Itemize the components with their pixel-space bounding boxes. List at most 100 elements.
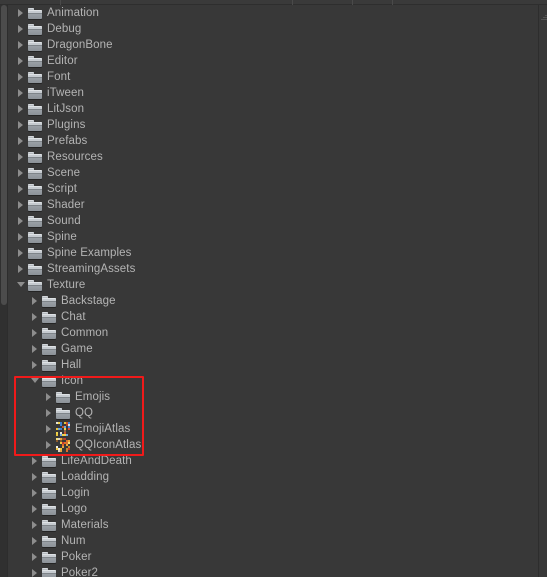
triangle-right-icon[interactable]: [29, 453, 42, 469]
tree-row[interactable]: Script: [9, 181, 538, 197]
tree-row[interactable]: Materials: [9, 517, 538, 533]
folder-icon: [28, 87, 43, 100]
triangle-right-icon[interactable]: [29, 293, 42, 309]
folder-icon: [42, 375, 57, 388]
folder-icon: [28, 71, 43, 84]
triangle-right-icon[interactable]: [29, 549, 42, 565]
folder-icon: [42, 567, 57, 577]
tree-row-label: Scene: [47, 167, 81, 179]
folder-icon: [28, 183, 43, 196]
triangle-right-icon[interactable]: [29, 533, 42, 549]
resize-handle-icon[interactable]: [540, 14, 547, 23]
triangle-right-icon[interactable]: [29, 325, 42, 341]
tree-row[interactable]: Animation: [9, 5, 538, 21]
triangle-right-icon[interactable]: [15, 165, 28, 181]
triangle-right-icon[interactable]: [29, 501, 42, 517]
tree-row[interactable]: Font: [9, 69, 538, 85]
triangle-right-icon[interactable]: [15, 181, 28, 197]
tree-row[interactable]: Spine: [9, 229, 538, 245]
tree-row[interactable]: Plugins: [9, 117, 538, 133]
tree-row[interactable]: Debug: [9, 21, 538, 37]
folder-icon: [56, 391, 71, 404]
tree-row-label: Game: [61, 343, 93, 355]
triangle-right-icon[interactable]: [15, 21, 28, 37]
tree-row-label: Poker: [61, 551, 92, 563]
tree-row[interactable]: iTween: [9, 85, 538, 101]
triangle-right-icon[interactable]: [15, 133, 28, 149]
tree-row[interactable]: Logo: [9, 501, 538, 517]
tree-row[interactable]: Shader: [9, 197, 538, 213]
triangle-right-icon[interactable]: [29, 309, 42, 325]
triangle-right-icon[interactable]: [43, 421, 56, 437]
folder-icon: [28, 119, 43, 132]
folder-icon: [42, 311, 57, 324]
panel-right-border: [538, 5, 539, 577]
tree-row[interactable]: Chat: [9, 309, 538, 325]
tree-row[interactable]: Game: [9, 341, 538, 357]
tree-row[interactable]: Texture: [9, 277, 538, 293]
tree-row[interactable]: Scene: [9, 165, 538, 181]
tree-row[interactable]: Editor: [9, 53, 538, 69]
tree-row[interactable]: Hall: [9, 357, 538, 373]
folder-icon: [28, 151, 43, 164]
triangle-right-icon[interactable]: [29, 469, 42, 485]
tree-row[interactable]: Backstage: [9, 293, 538, 309]
triangle-right-icon[interactable]: [15, 53, 28, 69]
tree-row-label: EmojiAtlas: [75, 423, 131, 435]
tree-row[interactable]: Poker: [9, 549, 538, 565]
tree-row-label: Num: [61, 535, 86, 547]
tree-row[interactable]: QQIconAtlas: [9, 437, 538, 453]
folder-icon: [28, 7, 43, 20]
triangle-right-icon[interactable]: [29, 485, 42, 501]
tree-row[interactable]: QQ: [9, 405, 538, 421]
tree-row[interactable]: Sound: [9, 213, 538, 229]
triangle-right-icon[interactable]: [15, 101, 28, 117]
tree-row-label: LitJson: [47, 103, 85, 115]
triangle-right-icon[interactable]: [43, 389, 56, 405]
triangle-down-icon[interactable]: [29, 373, 42, 389]
triangle-right-icon[interactable]: [29, 357, 42, 373]
tree-row[interactable]: DragonBone: [9, 37, 538, 53]
triangle-right-icon[interactable]: [15, 229, 28, 245]
tree-row[interactable]: LitJson: [9, 101, 538, 117]
tree-row[interactable]: Num: [9, 533, 538, 549]
tree-row[interactable]: Login: [9, 485, 538, 501]
tree-row[interactable]: Poker2: [9, 565, 538, 577]
tree-row-label: Plugins: [47, 119, 86, 131]
triangle-right-icon[interactable]: [15, 69, 28, 85]
vertical-scrollbar-track[interactable]: [0, 5, 8, 577]
triangle-right-icon[interactable]: [15, 37, 28, 53]
tree-row[interactable]: LifeAndDeath: [9, 453, 538, 469]
triangle-right-icon[interactable]: [29, 341, 42, 357]
tree-row[interactable]: StreamingAssets: [9, 261, 538, 277]
triangle-right-icon[interactable]: [15, 213, 28, 229]
tree-row-label: Script: [47, 183, 77, 195]
triangle-right-icon[interactable]: [15, 117, 28, 133]
tree-row[interactable]: Prefabs: [9, 133, 538, 149]
tree-row-label: LifeAndDeath: [61, 455, 132, 467]
triangle-right-icon[interactable]: [15, 85, 28, 101]
vertical-scrollbar-thumb[interactable]: [1, 5, 7, 305]
triangle-right-icon[interactable]: [15, 261, 28, 277]
triangle-right-icon[interactable]: [43, 405, 56, 421]
tree-row[interactable]: Icon: [9, 373, 538, 389]
triangle-right-icon[interactable]: [29, 517, 42, 533]
tree-row-label: Chat: [61, 311, 86, 323]
tree-row[interactable]: EmojiAtlas: [9, 421, 538, 437]
folder-icon: [28, 103, 43, 116]
tree-row-label: Hall: [61, 359, 82, 371]
triangle-right-icon[interactable]: [29, 565, 42, 577]
triangle-right-icon[interactable]: [15, 5, 28, 21]
tree-row[interactable]: Loadding: [9, 469, 538, 485]
triangle-down-icon[interactable]: [15, 277, 28, 293]
project-tree[interactable]: Animation Debug DragonBone Editor Font iTween…: [9, 5, 538, 577]
triangle-right-icon[interactable]: [43, 437, 56, 453]
tree-row[interactable]: Common: [9, 325, 538, 341]
tree-row[interactable]: Spine Examples: [9, 245, 538, 261]
tree-row[interactable]: Resources: [9, 149, 538, 165]
tree-row[interactable]: Emojis: [9, 389, 538, 405]
triangle-right-icon[interactable]: [15, 197, 28, 213]
tree-row-label: Login: [61, 487, 90, 499]
triangle-right-icon[interactable]: [15, 245, 28, 261]
triangle-right-icon[interactable]: [15, 149, 28, 165]
